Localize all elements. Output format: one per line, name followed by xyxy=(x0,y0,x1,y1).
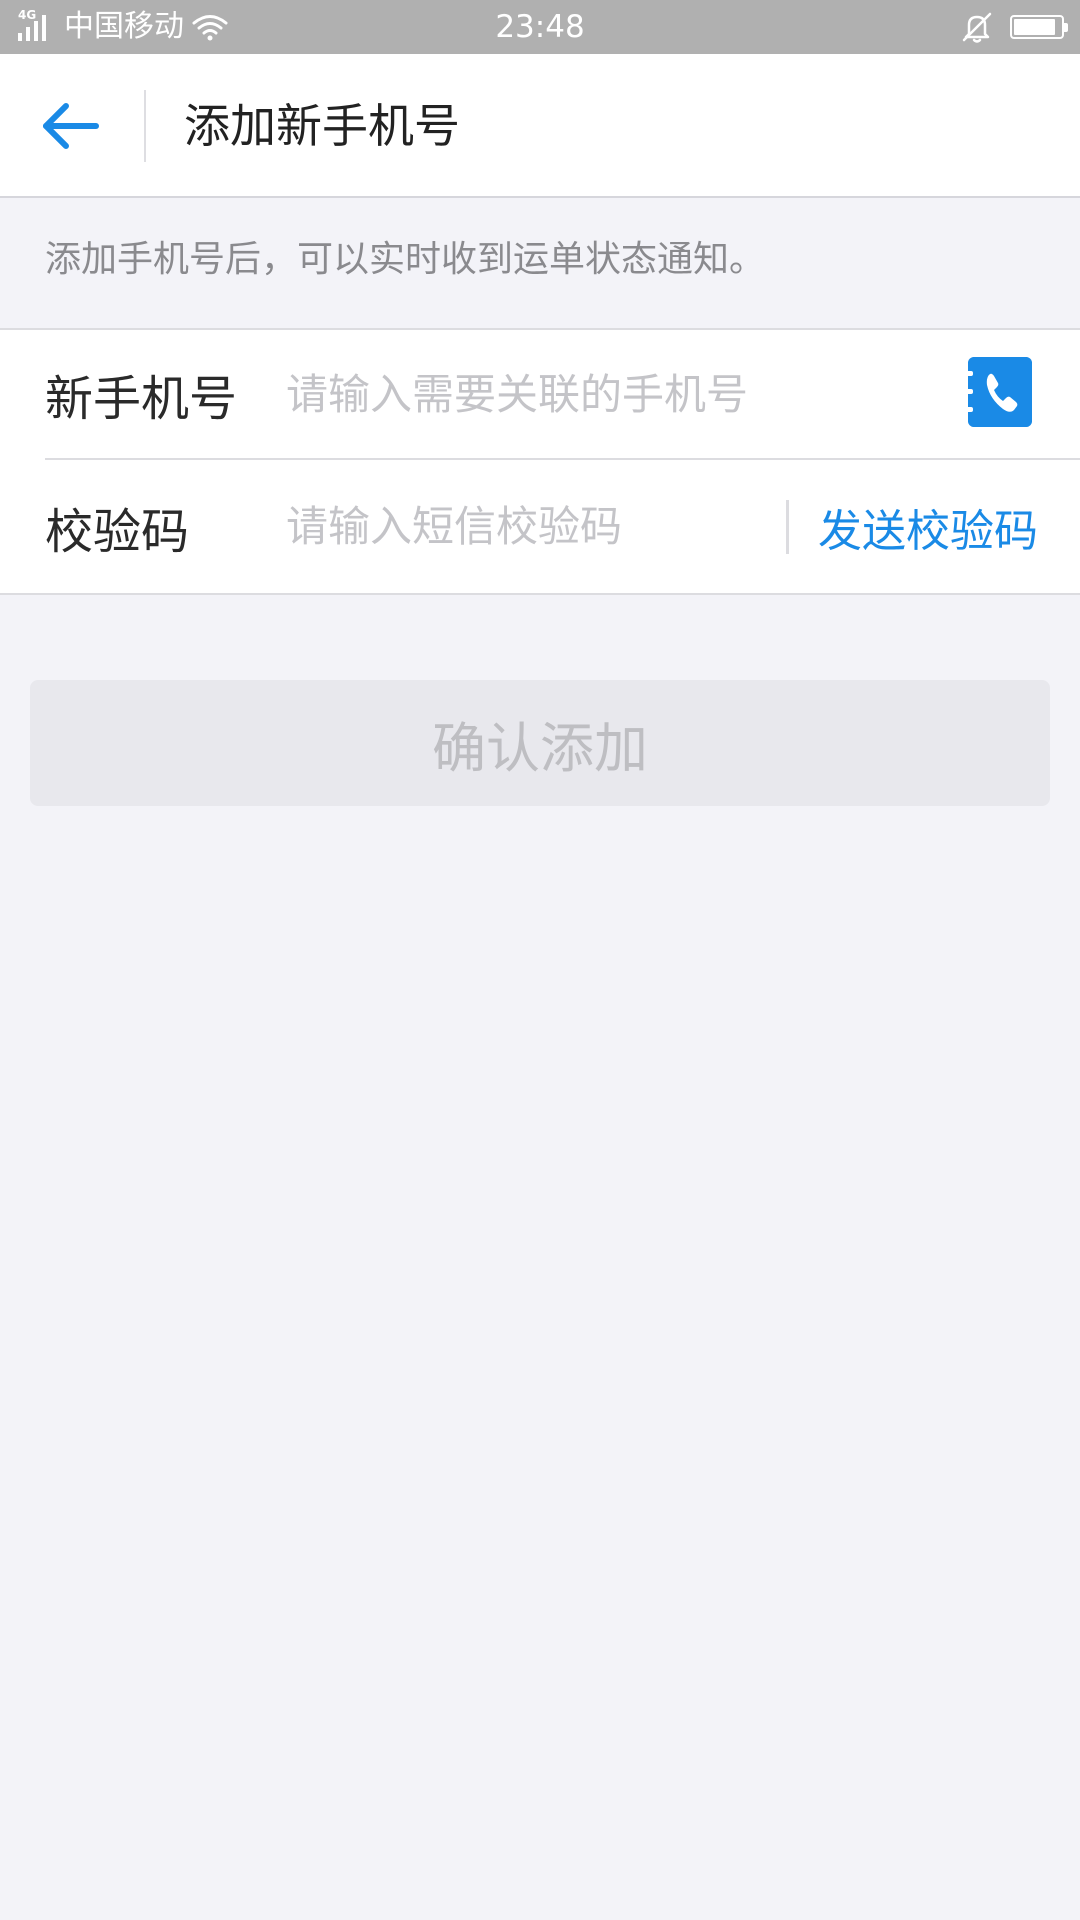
status-left: 4G 中国移动 xyxy=(18,0,228,54)
code-row: 校验码 发送校验码 xyxy=(0,460,1080,593)
phone-row: 新手机号 xyxy=(0,330,1080,458)
bell-off-icon xyxy=(962,12,992,43)
signal-bar xyxy=(42,15,46,41)
confirm-add-button[interactable]: 确认添加 xyxy=(30,680,1050,806)
nav-bar: 添加新手机号 xyxy=(0,54,1080,198)
signal-bar xyxy=(34,21,38,41)
arrow-left-icon[interactable] xyxy=(38,98,102,154)
carrier-name: 中国移动 xyxy=(64,9,184,44)
notice-text: 添加手机号后，可以实时收到运单状态通知。 xyxy=(45,239,766,280)
phone-input[interactable] xyxy=(286,330,936,458)
send-code-button[interactable]: 发送校验码 xyxy=(818,460,1038,593)
signal-bar xyxy=(26,27,30,41)
contacts-phone-icon[interactable] xyxy=(968,357,1032,427)
page-title: 添加新手机号 xyxy=(184,99,460,153)
code-divider xyxy=(786,500,789,554)
form-section: 新手机号 校验码 发送校验码 xyxy=(0,328,1080,595)
battery-fill xyxy=(1014,19,1055,35)
wifi-icon xyxy=(192,15,228,41)
nav-divider xyxy=(144,90,146,162)
status-right xyxy=(960,0,1068,54)
signal-icon: 4G xyxy=(18,9,58,45)
signal-bar xyxy=(18,33,22,41)
code-input[interactable] xyxy=(286,460,776,593)
phone-label: 新手机号 xyxy=(45,371,238,427)
code-label: 校验码 xyxy=(45,503,190,560)
status-bar: 4G 中国移动 23:48 xyxy=(0,0,1080,54)
battery-icon xyxy=(1010,15,1068,39)
network-type: 4G xyxy=(18,8,37,22)
